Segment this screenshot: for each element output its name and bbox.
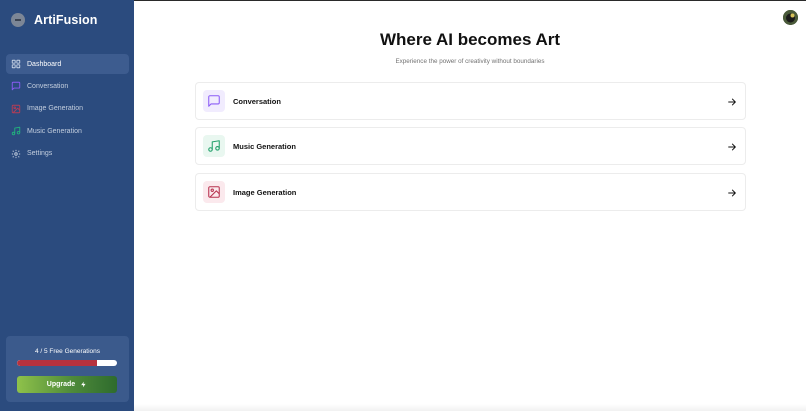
message-square-icon: [203, 90, 225, 112]
sidebar-item-settings[interactable]: Settings: [6, 144, 129, 164]
sidebar-nav: Dashboard Conversation Image Generation …: [6, 54, 129, 166]
sidebar-item-label: Dashboard: [27, 60, 62, 68]
page-title: Where AI becomes Art: [379, 30, 561, 49]
logo-icon: [11, 13, 25, 27]
lightning-bolt-icon: [80, 380, 87, 389]
sidebar-item-label: Conversation: [27, 82, 69, 90]
upgrade-label: Upgrade: [46, 381, 76, 388]
gear-icon: [11, 149, 21, 159]
music-note-icon: [203, 135, 225, 157]
sidebar-item-dashboard[interactable]: Dashboard: [6, 54, 129, 74]
arrow-right-icon: [727, 188, 737, 198]
tool-card-label: Music Generation: [233, 141, 296, 151]
sidebar-item-label: Settings: [27, 150, 53, 158]
tool-card-image-generation[interactable]: Image Generation: [195, 173, 746, 211]
sidebar-item-label: Image Generation: [27, 105, 84, 113]
sidebar-item-label: Music Generation: [27, 127, 82, 135]
page-bottom-edge: [134, 404, 806, 411]
sidebar-item-conversation[interactable]: Conversation: [6, 76, 129, 96]
tool-card-label: Conversation: [233, 96, 281, 106]
arrow-right-icon: [727, 97, 737, 107]
message-square-icon: [11, 81, 21, 91]
upgrade-button[interactable]: Upgrade: [17, 376, 117, 393]
logo[interactable]: ArtiFusion: [11, 12, 98, 28]
sidebar-item-image-generation[interactable]: Image Generation: [6, 99, 129, 119]
page-subtitle: Experience the power of creativity witho…: [395, 58, 545, 65]
usage-count: 4 / 5 Free Generations: [34, 348, 101, 355]
app-root: ArtiFusion Dashboard Conversation Image …: [0, 0, 806, 411]
image-icon: [203, 181, 225, 203]
tool-card-conversation[interactable]: Conversation: [195, 82, 746, 120]
dashboard-grid-icon: [11, 59, 21, 69]
free-usage-panel: 4 / 5 Free Generations Upgrade: [6, 336, 129, 402]
app-name: ArtiFusion: [34, 13, 98, 27]
music-note-icon: [11, 126, 21, 136]
sidebar: ArtiFusion Dashboard Conversation Image …: [0, 0, 134, 411]
arrow-right-icon: [727, 142, 737, 152]
tool-card-music-generation[interactable]: Music Generation: [195, 127, 746, 165]
image-icon: [11, 104, 21, 114]
usage-progress-fill: [17, 360, 97, 366]
sidebar-item-music-generation[interactable]: Music Generation: [6, 121, 129, 141]
tool-card-label: Image Generation: [233, 187, 297, 197]
usage-progress-bar: [17, 360, 117, 366]
user-avatar[interactable]: [783, 10, 798, 25]
